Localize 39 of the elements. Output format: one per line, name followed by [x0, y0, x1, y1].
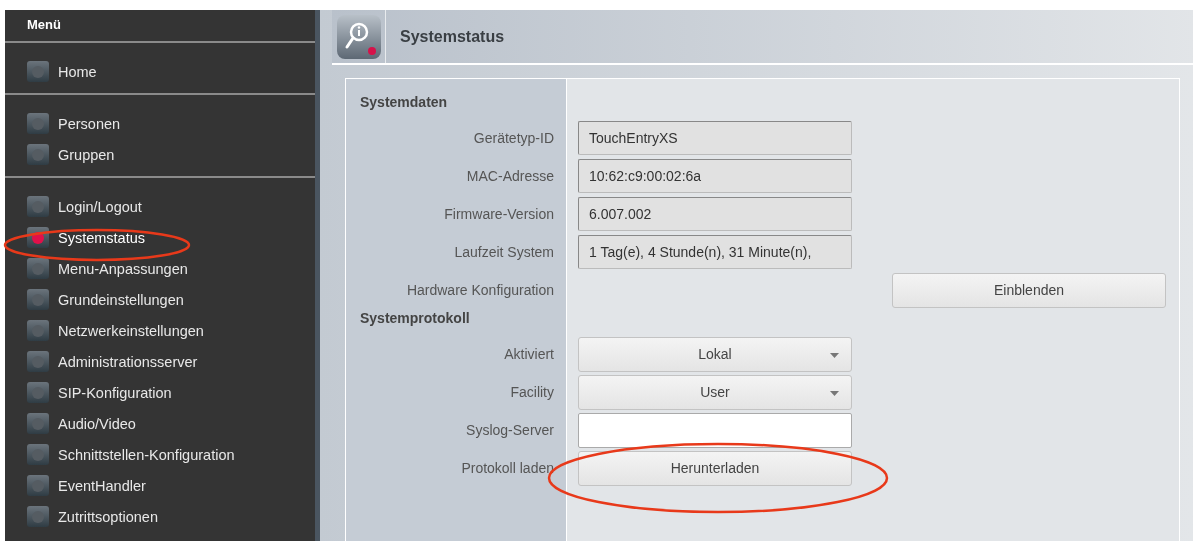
readonly-field: TouchEntryXS — [578, 121, 852, 155]
field-label: Protokoll laden — [460, 460, 554, 476]
caret-icon — [830, 352, 839, 358]
menu-item[interactable]: Zutrittsoptionen — [5, 501, 315, 532]
section-title: Systemdaten — [359, 93, 449, 112]
show-button[interactable]: Einblenden — [892, 272, 1166, 308]
field-label: Firmware-Version — [443, 206, 554, 222]
menu-item[interactable]: Audio/Video — [5, 408, 315, 439]
menu-item[interactable]: EventHandler — [5, 470, 315, 501]
readonly-field: 10:62:c9:00:02:6a — [578, 159, 852, 193]
menu-title: Menü — [5, 10, 315, 43]
field-label: MAC-Adresse — [465, 168, 554, 184]
menu-item[interactable]: Administrationsserver — [5, 346, 315, 377]
caret-icon — [830, 390, 839, 396]
menu-item[interactable]: SIP-Konfiguration — [5, 377, 315, 408]
menu-item[interactable]: Login/Logout — [5, 191, 315, 222]
menu-item[interactable]: Schnittstellen-Konfiguration — [5, 439, 315, 470]
magnifier-info-icon — [335, 13, 382, 60]
menu-item[interactable]: Systemstatus — [5, 222, 315, 253]
input-field[interactable] — [578, 412, 852, 448]
field-label: Syslog-Server — [465, 422, 554, 438]
readonly-field: 1 Tag(e), 4 Stunde(n), 31 Minute(n), — [578, 235, 852, 269]
menu-item[interactable]: Grundeinstellungen — [5, 284, 315, 315]
page-title: Systemstatus — [399, 26, 505, 47]
menu-item[interactable]: Gruppen — [5, 139, 315, 170]
field-label: Facility — [509, 384, 554, 400]
download-button[interactable]: Herunterladen — [578, 450, 852, 486]
menu-item[interactable]: Menu-Anpassungen — [5, 253, 315, 284]
dropdown[interactable]: User — [578, 374, 852, 410]
readonly-field: 6.007.002 — [578, 197, 852, 231]
section-title: Systemprotokoll — [359, 309, 471, 328]
field-label: Laufzeit System — [453, 244, 554, 260]
menu-item[interactable]: Personen — [5, 108, 315, 139]
dropdown[interactable]: Lokal — [578, 336, 852, 372]
field-label: Hardware Konfiguration — [405, 282, 554, 298]
menu-item[interactable]: Home — [5, 56, 315, 87]
field-label: Gerätetyp-ID — [472, 130, 554, 146]
menu-item[interactable]: Netzwerkeinstellungen — [5, 315, 315, 346]
field-label: Aktiviert — [503, 346, 554, 362]
